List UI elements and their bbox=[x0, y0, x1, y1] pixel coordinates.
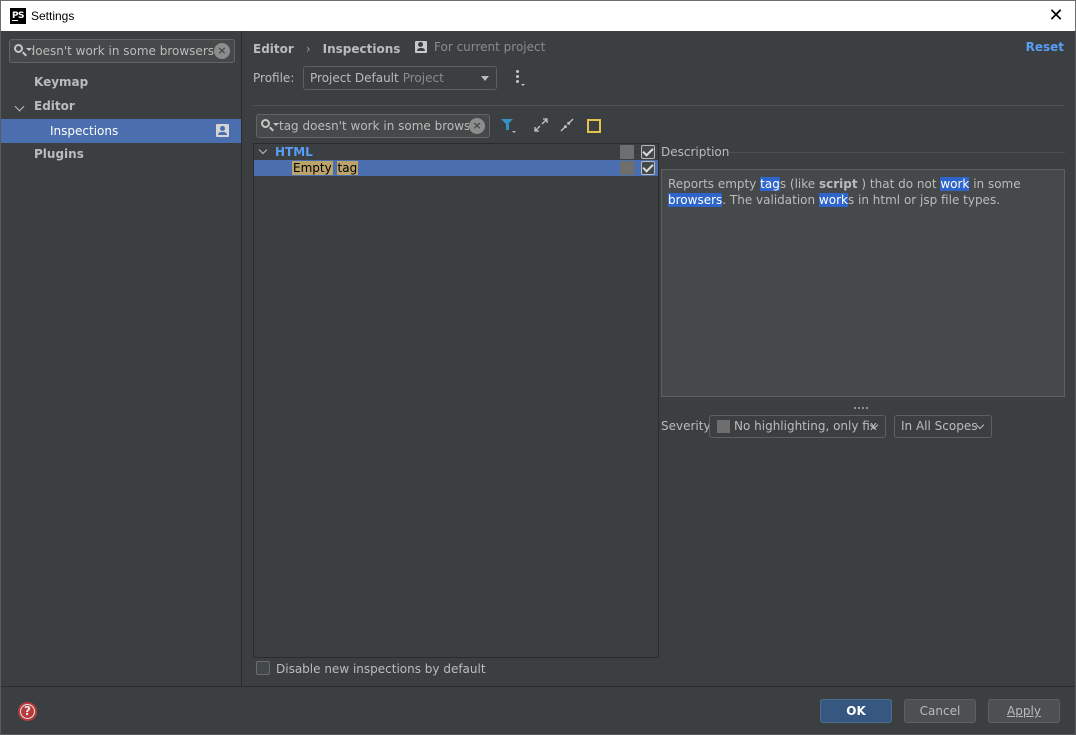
expand-all-icon[interactable] bbox=[533, 117, 549, 133]
settings-content: Editor › Inspections For current project… bbox=[243, 31, 1075, 686]
dropdown-arrow-icon bbox=[481, 76, 489, 81]
reset-to-default-icon[interactable] bbox=[585, 117, 601, 133]
severity-dropdown[interactable]: No highlighting, only fix bbox=[709, 415, 886, 438]
description-text: in some bbox=[969, 177, 1021, 191]
inspection-filter-field[interactable]: tag doesn't work in some browsers × bbox=[256, 114, 490, 138]
scope-dropdown[interactable]: In All Scopes bbox=[894, 415, 992, 438]
sidebar-item-label: Plugins bbox=[34, 147, 84, 161]
chevron-down-icon[interactable] bbox=[14, 101, 25, 112]
ok-button[interactable]: OK bbox=[820, 699, 892, 723]
reset-link[interactable]: Reset bbox=[1026, 40, 1064, 54]
description-text: s in html or jsp file types. bbox=[847, 193, 1001, 207]
description-highlight: work bbox=[940, 177, 970, 191]
chevron-down-icon[interactable] bbox=[258, 145, 268, 155]
description-text: ) that do not bbox=[857, 177, 941, 191]
breadcrumb-separator: › bbox=[305, 42, 311, 56]
description-text: Reports empty bbox=[668, 177, 761, 191]
scope-value: In All Scopes bbox=[901, 419, 978, 433]
sidebar-item-inspections[interactable]: Inspections bbox=[1, 119, 241, 143]
severity-label: Severity: bbox=[661, 419, 714, 433]
severity-indicator-icon bbox=[620, 161, 634, 175]
description-highlight: tag bbox=[760, 177, 780, 191]
apply-button-label: Apply bbox=[1007, 704, 1041, 718]
description-highlight: browsers bbox=[668, 193, 723, 207]
severity-color-icon bbox=[717, 420, 730, 433]
profile-value: Project Default bbox=[310, 71, 399, 85]
tree-item-empty-tag[interactable]: Empty tag bbox=[254, 160, 658, 176]
title-bar: PS Settings ✕ bbox=[0, 0, 1076, 31]
severity-value: No highlighting, only fix bbox=[734, 419, 877, 433]
disable-new-inspections-checkbox[interactable] bbox=[256, 661, 270, 675]
breadcrumb-inspections: Inspections bbox=[322, 42, 401, 56]
tree-group-html[interactable]: HTML bbox=[254, 144, 658, 160]
group-enabled-checkbox[interactable] bbox=[641, 145, 655, 159]
window-title: Settings bbox=[31, 9, 75, 23]
for-project-text: For current project bbox=[434, 40, 546, 54]
severity-indicator-icon bbox=[620, 145, 634, 159]
splitter-handle-icon[interactable] bbox=[853, 398, 869, 409]
inspection-enabled-checkbox[interactable] bbox=[641, 161, 655, 175]
settings-sidebar: tag doesn't work in some browsers × Keym… bbox=[1, 31, 242, 686]
clear-search-icon[interactable]: × bbox=[214, 43, 230, 59]
apply-button[interactable]: Apply bbox=[988, 699, 1060, 723]
separator bbox=[253, 105, 1065, 106]
inspection-tree: HTML Empty tag bbox=[253, 143, 659, 658]
sidebar-item-label: Inspections bbox=[50, 124, 119, 138]
profile-label: Profile: bbox=[253, 71, 295, 85]
profile-dropdown[interactable]: Project Default Project bbox=[303, 66, 497, 90]
more-actions-icon[interactable] bbox=[515, 70, 525, 86]
help-icon[interactable]: ? bbox=[18, 702, 37, 721]
project-level-icon bbox=[216, 124, 229, 137]
description-highlight: work bbox=[818, 193, 848, 207]
inspection-filter-input[interactable]: tag doesn't work in some browsers bbox=[279, 119, 469, 133]
breadcrumb-editor: Editor bbox=[253, 42, 294, 56]
description-title: Description bbox=[661, 145, 730, 159]
separator bbox=[729, 152, 1065, 153]
for-current-project-note: For current project bbox=[415, 40, 545, 54]
sidebar-item-editor[interactable]: Editor bbox=[1, 94, 241, 118]
description-code: script bbox=[818, 177, 858, 191]
settings-search-field[interactable]: tag doesn't work in some browsers × bbox=[9, 39, 235, 63]
settings-search-input[interactable]: tag doesn't work in some browsers bbox=[32, 44, 214, 58]
breadcrumb: Editor › Inspections bbox=[253, 41, 400, 57]
description-panel: Reports empty tags (like script ) that d… bbox=[661, 169, 1065, 397]
collapse-all-icon[interactable] bbox=[559, 117, 575, 133]
description-text: s (like bbox=[779, 177, 819, 191]
disable-new-inspections-label[interactable]: Disable new inspections by default bbox=[276, 662, 486, 676]
description-text: . The validation bbox=[722, 193, 819, 207]
sidebar-item-keymap[interactable]: Keymap bbox=[1, 70, 241, 94]
cancel-button[interactable]: Cancel bbox=[904, 699, 976, 723]
search-match-highlight: Empty bbox=[292, 161, 333, 175]
sidebar-item-plugins[interactable]: Plugins bbox=[1, 142, 241, 166]
sidebar-item-label: Keymap bbox=[34, 75, 89, 89]
group-label: HTML bbox=[275, 145, 313, 159]
project-level-icon bbox=[415, 41, 427, 53]
phpstorm-logo-icon: PS bbox=[10, 8, 26, 24]
search-icon[interactable] bbox=[10, 40, 32, 62]
search-match-highlight: tag bbox=[336, 161, 359, 175]
profile-scope: Project bbox=[402, 71, 444, 85]
inspection-label: Empty tag bbox=[292, 160, 359, 176]
close-window-button[interactable]: ✕ bbox=[1047, 7, 1065, 25]
sidebar-item-label: Editor bbox=[34, 99, 75, 113]
dialog-button-bar: ? OK Cancel Apply bbox=[1, 686, 1075, 734]
filter-dropdown-caret-icon bbox=[512, 131, 516, 133]
search-icon[interactable] bbox=[257, 115, 279, 137]
clear-search-icon[interactable]: × bbox=[469, 118, 485, 134]
